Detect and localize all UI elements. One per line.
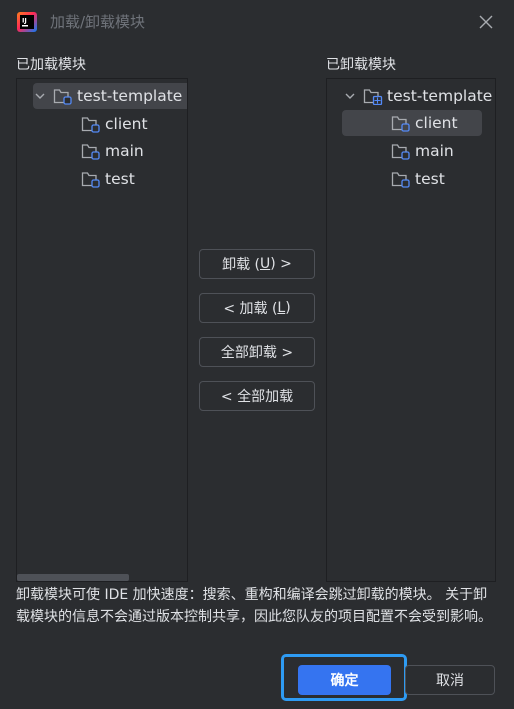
tree-node[interactable]: test [81, 166, 135, 192]
tree-node-root[interactable]: test-template [33, 83, 187, 109]
tree-node-selected[interactable]: client [342, 110, 482, 136]
load-button[interactable]: < 加载 (L) [199, 293, 315, 323]
intellij-idea-icon: IJ [17, 12, 37, 32]
info-description: 卸载模块可使 IDE 加快速度：搜索、重构和编译会跳过卸载的模块。 关于卸载模块… [16, 587, 492, 625]
tree-node-label: main [415, 142, 454, 160]
module-folder-icon [81, 170, 101, 188]
tree-node-label: client [105, 115, 148, 133]
tree-node-label: test-template [77, 87, 183, 105]
module-folder-icon [53, 87, 73, 105]
svg-text:IJ: IJ [22, 17, 27, 25]
unload-button-suffix: ) > [270, 256, 292, 272]
loaded-modules-label: 已加载模块 [16, 57, 86, 73]
unload-button[interactable]: 卸载 (U) > [199, 249, 315, 279]
close-icon[interactable] [479, 15, 493, 29]
tree-node-label: test [105, 170, 135, 188]
unload-button-label: 卸载 ( [222, 257, 260, 273]
tree-node-label: main [105, 142, 144, 160]
module-folder-icon [391, 170, 411, 188]
tree-node-label: test [415, 170, 445, 188]
tree-node-root[interactable]: test-template [343, 83, 495, 109]
unloaded-modules-tree[interactable]: test-template client main test [326, 78, 496, 582]
cancel-button[interactable]: 取消 [405, 665, 495, 695]
ok-button[interactable]: 确定 [298, 665, 391, 695]
tree-node[interactable]: client [81, 111, 148, 137]
chevron-down-icon[interactable] [33, 89, 47, 103]
tree-node[interactable]: main [391, 138, 454, 164]
module-folder-icon [81, 142, 101, 160]
close-button[interactable] [474, 10, 498, 34]
module-folder-icon [391, 142, 411, 160]
load-mnemonic: L [277, 300, 286, 316]
load-button-label: < 加载 ( [223, 301, 278, 317]
dialog-title: 加载/卸载模块 [50, 13, 146, 31]
chevron-down-icon[interactable] [343, 89, 357, 103]
title-bar: IJ 加载/卸载模块 [0, 0, 514, 44]
unload-mnemonic: U [260, 256, 271, 272]
unloaded-module-folder-icon [363, 87, 383, 105]
loaded-modules-tree[interactable]: test-template client main test [16, 78, 188, 582]
load-all-button[interactable]: < 全部加载 [199, 381, 315, 411]
load-unload-modules-dialog: IJ 加载/卸载模块 已加载模块 已卸载模块 test-template cli… [0, 0, 514, 709]
load-button-suffix: ) [285, 300, 291, 316]
module-folder-icon [391, 114, 411, 132]
unloaded-modules-label: 已卸载模块 [326, 57, 396, 73]
tree-node[interactable]: main [81, 138, 144, 164]
tree-node[interactable]: test [391, 166, 445, 192]
tree-node-label: client [415, 114, 458, 132]
horizontal-scrollbar[interactable] [17, 574, 129, 581]
unload-all-button[interactable]: 全部卸载 > [199, 337, 315, 367]
module-folder-icon [81, 115, 101, 133]
tree-node-label: test-template [387, 87, 493, 105]
